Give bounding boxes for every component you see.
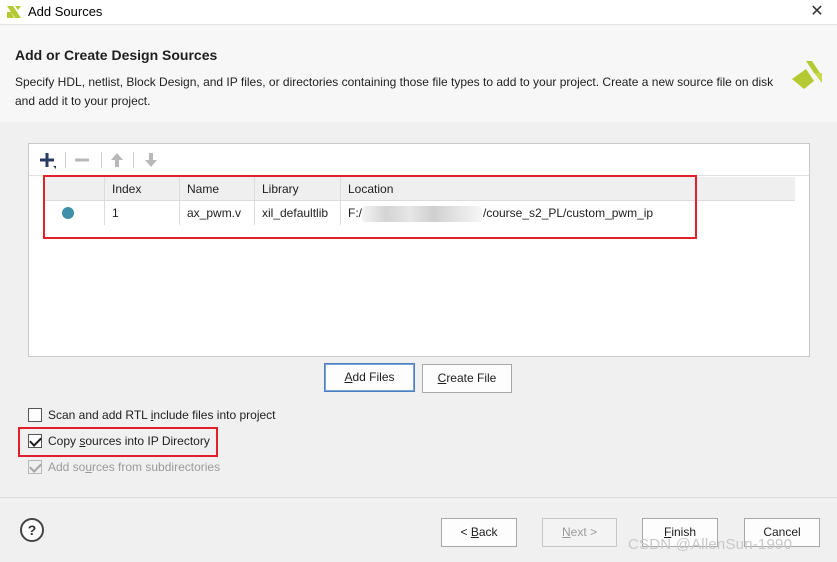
page-title: Add or Create Design Sources [15, 47, 218, 63]
subdirectories-label: Add sources from subdirectories [48, 460, 221, 474]
highlight-box-table [43, 175, 697, 239]
scan-rtl-option[interactable]: Scan and add RTL include files into proj… [28, 406, 276, 424]
sources-toolbar [29, 144, 809, 176]
help-icon[interactable]: ? [20, 518, 44, 542]
window-title: Add Sources [28, 4, 103, 19]
copy-sources-checkbox[interactable] [28, 434, 42, 448]
page-description: Specify HDL, netlist, Block Design, and … [15, 75, 774, 108]
window-titlebar: Add Sources ✕ [0, 0, 837, 24]
close-window-icon[interactable]: ✕ [807, 2, 827, 22]
add-icon[interactable] [37, 150, 57, 170]
vivado-logo-icon [7, 6, 21, 18]
move-down-icon[interactable] [141, 150, 161, 170]
copy-sources-label: Copy sources into IP Directory [48, 434, 210, 448]
back-button[interactable]: < Back [441, 518, 517, 547]
subdirectories-option: Add sources from subdirectories [28, 458, 220, 476]
next-button: Next > [542, 518, 617, 547]
footer-divider [0, 497, 837, 498]
remove-icon[interactable] [72, 150, 92, 170]
subdirectories-checkbox [28, 460, 42, 474]
wizard-header: Add or Create Design Sources Specify HDL… [0, 24, 837, 122]
add-files-button[interactable]: Add Files [324, 363, 415, 392]
scan-rtl-label: Scan and add RTL include files into proj… [48, 408, 276, 422]
create-file-button[interactable]: Create File [422, 364, 512, 393]
vivado-logo-icon [792, 61, 822, 89]
copy-sources-option[interactable]: Copy sources into IP Directory [28, 432, 210, 450]
scan-rtl-checkbox[interactable] [28, 408, 42, 422]
move-up-icon[interactable] [107, 150, 127, 170]
watermark: CSDN @AllenSun-1990 [628, 536, 793, 553]
